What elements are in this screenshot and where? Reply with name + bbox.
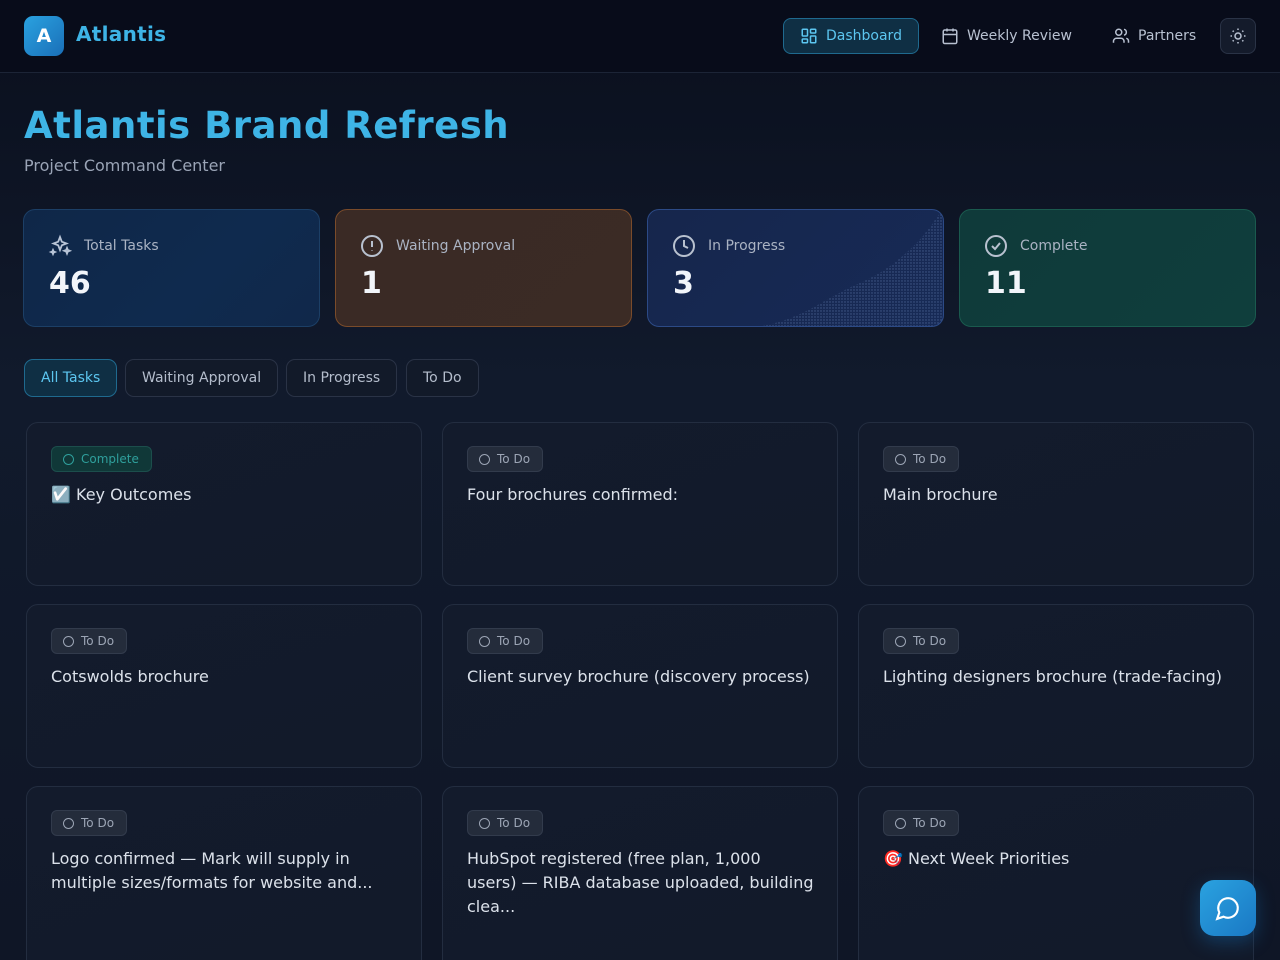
users-icon (1112, 28, 1130, 43)
filter-all-tasks[interactable]: All Tasks (24, 359, 118, 397)
stat-card-complete[interactable]: Complete 11 (959, 209, 1256, 327)
brand-name[interactable]: Atlantis (76, 22, 166, 46)
status-text: To Do (497, 634, 531, 648)
page-title: Atlantis Brand Refresh (24, 104, 510, 147)
theme-toggle-button[interactable] (1220, 18, 1256, 54)
nav-dashboard-button[interactable]: Dashboard (783, 18, 919, 54)
stat-card-waiting-approval[interactable]: Waiting Approval 1 (335, 209, 632, 327)
task-title: Client survey brochure (discovery proces… (467, 667, 810, 686)
status-circle-icon (479, 453, 490, 465)
page-subtitle: Project Command Center (24, 156, 225, 175)
status-text: To Do (497, 816, 531, 830)
task-card[interactable]: To Do Client survey brochure (discovery … (442, 604, 838, 768)
task-card[interactable]: To Do Logo confirmed — Mark will supply … (26, 786, 422, 960)
status-circle-icon (63, 453, 74, 465)
task-title: Logo confirmed — Mark will supply in mul… (51, 849, 373, 892)
status-text: Complete (81, 452, 139, 466)
task-title: Lighting designers brochure (trade-facin… (883, 667, 1222, 686)
task-card[interactable]: To Do Four brochures confirmed: (442, 422, 838, 586)
task-title: HubSpot registered (free plan, 1,000 use… (467, 849, 814, 916)
stat-card-total-tasks[interactable]: Total Tasks 46 (23, 209, 320, 327)
task-title: Four brochures confirmed: (467, 485, 679, 504)
task-card[interactable]: To Do Cotswolds brochure (26, 604, 422, 768)
top-nav-bar: A Atlantis Dashboard Weekly Review Partn… (0, 0, 1280, 73)
task-card[interactable]: To Do Main brochure (858, 422, 1254, 586)
stat-label: Waiting Approval (396, 238, 516, 254)
nav-partners-label: Partners (1138, 28, 1197, 44)
task-title: Cotswolds brochure (51, 667, 209, 686)
clock-icon (673, 235, 695, 257)
nav-partners-button[interactable]: Partners (1096, 18, 1212, 54)
status-text: To Do (81, 634, 115, 648)
status-badge: Complete (51, 446, 152, 472)
stat-value: 46 (49, 266, 91, 301)
check-circle-icon (985, 235, 1007, 257)
task-title: 🎯 Next Week Priorities (883, 849, 1070, 868)
task-title: ☑️ Key Outcomes (51, 485, 192, 504)
app-logo[interactable]: A (24, 16, 64, 56)
filter-in-progress[interactable]: In Progress (286, 359, 398, 397)
status-badge: To Do (883, 810, 960, 836)
stat-value: 11 (985, 266, 1027, 301)
status-text: To Do (497, 452, 531, 466)
status-badge: To Do (467, 446, 544, 472)
chat-button[interactable] (1200, 880, 1256, 936)
stat-value: 3 (673, 266, 694, 301)
status-badge: To Do (467, 810, 544, 836)
task-card[interactable]: Complete ☑️ Key Outcomes (26, 422, 422, 586)
status-badge: To Do (883, 628, 960, 654)
status-badge: To Do (51, 628, 128, 654)
stat-value: 1 (361, 266, 382, 301)
status-text: To Do (913, 452, 947, 466)
status-badge: To Do (51, 810, 128, 836)
nav-weekly-review-button[interactable]: Weekly Review (925, 18, 1088, 54)
sun-icon (1230, 28, 1246, 44)
alert-circle-icon (361, 235, 383, 257)
status-circle-icon (895, 453, 906, 465)
status-circle-icon (63, 635, 74, 647)
task-card[interactable]: To Do 🎯 Next Week Priorities (858, 786, 1254, 960)
task-card[interactable]: To Do Lighting designers brochure (trade… (858, 604, 1254, 768)
status-badge: To Do (883, 446, 960, 472)
chat-bubble-icon (1215, 897, 1239, 921)
task-card[interactable]: To Do HubSpot registered (free plan, 1,0… (442, 786, 838, 960)
status-circle-icon (479, 817, 490, 829)
stat-label: Complete (1020, 238, 1088, 254)
stat-label: In Progress (708, 238, 786, 254)
calendar-icon (942, 28, 958, 45)
stat-card-in-progress[interactable]: In Progress 3 (647, 209, 944, 327)
filter-waiting-approval[interactable]: Waiting Approval (125, 359, 279, 397)
filter-to-do[interactable]: To Do (406, 359, 479, 397)
status-badge: To Do (467, 628, 544, 654)
nav-dashboard-label: Dashboard (826, 28, 902, 44)
sparkles-icon (48, 234, 72, 257)
status-text: To Do (913, 634, 947, 648)
status-circle-icon (479, 635, 490, 647)
status-text: To Do (913, 816, 947, 830)
stat-label: Total Tasks (84, 238, 159, 254)
progress-wave-decoration (763, 210, 943, 326)
status-circle-icon (895, 817, 906, 829)
task-title: Main brochure (883, 485, 998, 504)
status-circle-icon (63, 817, 74, 829)
nav-weekly-review-label: Weekly Review (967, 28, 1072, 44)
status-text: To Do (81, 816, 115, 830)
grid-icon (801, 28, 817, 44)
status-circle-icon (895, 635, 906, 647)
